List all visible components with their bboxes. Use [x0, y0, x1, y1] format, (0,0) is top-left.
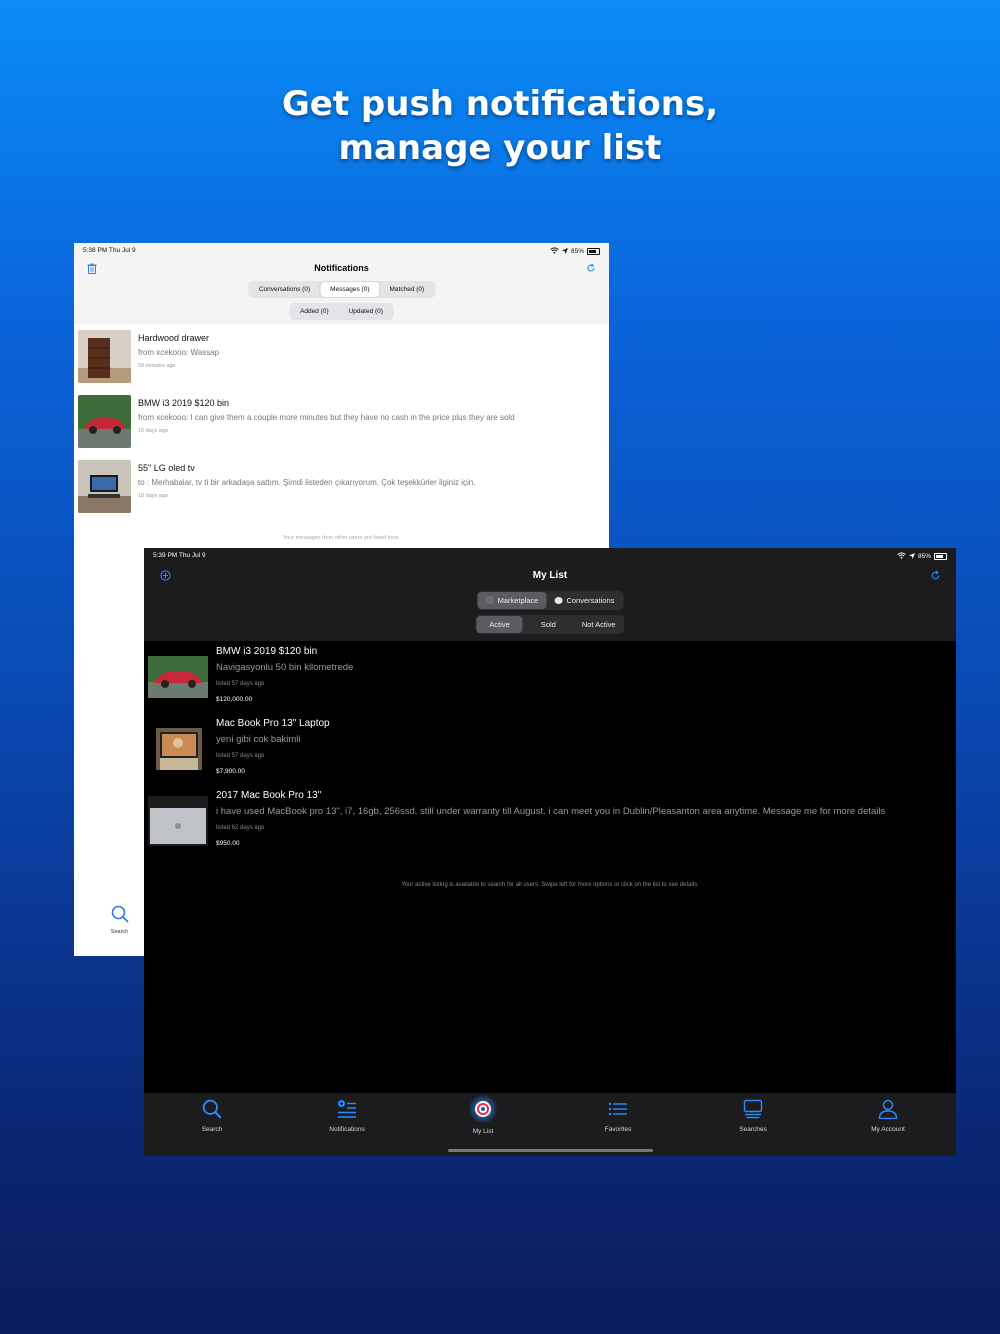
tab-favorites-label: Favorites — [604, 1126, 632, 1133]
list-item[interactable]: BMW i3 2019 $120 bin from xcekooo: I can… — [78, 395, 603, 449]
notification-type-segmented: Conversations (0) Messages (0) Matched (… — [247, 281, 436, 298]
item-thumbnail — [78, 460, 131, 513]
footnote: Your active listing is available to sear… — [401, 882, 699, 888]
tab-added[interactable]: Added (0) — [290, 304, 339, 319]
item-subtitle: Navigasyonlu 50 bin kilometrede — [216, 662, 354, 673]
location-icon — [908, 552, 915, 561]
refresh-icon[interactable] — [585, 263, 597, 275]
item-title: Hardwood drawer — [138, 333, 210, 343]
item-title: 2017 Mac Book Pro 13" — [216, 790, 322, 801]
tab-updated[interactable]: Updated (0) — [339, 304, 393, 319]
page-title: My List — [532, 570, 568, 581]
tab-marketplace-label: Marketplace — [497, 596, 539, 605]
tab-conversations[interactable]: Conversations — [546, 592, 622, 609]
list-item[interactable]: 55" LG oled tv to : Merhabalar, tv ti bi… — [78, 460, 603, 514]
tab-search[interactable]: Search — [162, 1099, 262, 1133]
tab-bar: Search Notifications My List Favorites S… — [144, 1093, 956, 1156]
tab-active[interactable]: Active — [476, 616, 523, 633]
status-bar: 5:38 PM Thu Jul 9 85% — [83, 247, 600, 257]
marketplace-icon — [485, 596, 494, 604]
headline-line-2: manage your list — [338, 128, 662, 168]
item-date: listed 57 days ago — [216, 681, 265, 687]
notifications-list-icon — [337, 1100, 357, 1123]
tab-my-list-label: My List — [472, 1128, 494, 1135]
battery-icon — [934, 553, 947, 560]
search-icon — [111, 905, 129, 927]
item-subtitle: from xcekooo: Wassap — [138, 348, 220, 357]
tab-matched[interactable]: Matched (0) — [380, 282, 435, 297]
item-subtitle: yeni gibi cok bakimli — [216, 734, 301, 745]
list-item[interactable]: Hardwood drawer from xcekooo: Wassap 59 … — [78, 330, 603, 384]
listing-status-segmented: Active Sold Not Active — [475, 615, 625, 634]
item-date: 15 days ago — [138, 428, 168, 434]
tab-searches-label: Searches — [739, 1126, 767, 1133]
tab-search-label: Search — [201, 1126, 223, 1133]
target-icon — [469, 1095, 497, 1123]
status-bar: 5:39 PM Thu Jul 9 85% — [153, 552, 947, 562]
search-icon — [202, 1099, 222, 1123]
footnote: Your messages from other users are liste… — [282, 535, 401, 541]
tab-my-account[interactable]: My Account — [838, 1099, 938, 1133]
tab-my-account-label: My Account — [871, 1126, 905, 1133]
tab-messages[interactable]: Messages (0) — [320, 282, 380, 297]
tab-search[interactable]: Search — [102, 905, 137, 935]
my-list-screen: 5:39 PM Thu Jul 9 85% My List Marketplac… — [144, 548, 956, 1156]
location-icon — [561, 247, 568, 256]
item-subtitle: to : Merhabalar, tv ti bir arkadaşa satt… — [138, 478, 476, 487]
headline-line-1: Get push notifications, — [281, 84, 719, 124]
notifications-header: 5:38 PM Thu Jul 9 85% Notifications Conv… — [74, 243, 609, 324]
item-price: $7,900.00 — [216, 768, 245, 775]
wifi-icon — [550, 247, 559, 256]
list-item[interactable]: BMW i3 2019 $120 bin Navigasyonlu 50 bin… — [148, 646, 948, 714]
item-title: Mac Book Pro 13" Laptop — [216, 718, 330, 729]
item-title: 55" LG oled tv — [138, 463, 195, 473]
item-date: listed 57 days ago — [216, 753, 265, 759]
item-thumbnail — [148, 656, 208, 698]
battery-icon — [587, 248, 600, 255]
status-time: 5:39 PM Thu Jul 9 — [153, 552, 206, 559]
tab-not-active[interactable]: Not Active — [574, 616, 624, 633]
item-subtitle: from xcekooo: I can give them a couple m… — [138, 413, 515, 422]
item-subtitle: i have used MacBook pro 13", i7, 16gb, 2… — [216, 806, 886, 817]
item-date: 59 minutes ago — [138, 363, 176, 369]
battery-percent: 85% — [570, 248, 584, 255]
tab-my-list[interactable]: My List — [433, 1095, 533, 1135]
tab-conversations-label: Conversations — [566, 596, 615, 605]
item-thumbnail — [148, 796, 208, 846]
item-date: 18 days ago — [138, 493, 168, 499]
item-thumbnail — [78, 395, 131, 448]
item-thumbnail — [78, 330, 131, 383]
refresh-icon[interactable] — [929, 570, 941, 582]
my-list-header: 5:39 PM Thu Jul 9 85% My List Marketplac… — [144, 548, 956, 641]
page-title: Notifications — [314, 263, 369, 273]
battery-percent: 85% — [917, 553, 931, 560]
item-title: BMW i3 2019 $120 bin — [216, 646, 318, 657]
wifi-icon — [897, 552, 906, 561]
item-thumbnail — [156, 728, 202, 770]
status-time: 5:38 PM Thu Jul 9 — [83, 247, 136, 254]
tab-search-label: Search — [110, 929, 129, 935]
headline: Get push notifications, manage your list — [0, 82, 1000, 170]
item-title: BMW i3 2019 $120 bin — [138, 398, 230, 408]
tab-conversations[interactable]: Conversations (0) — [249, 282, 320, 297]
list-item[interactable]: 2017 Mac Book Pro 13" i have used MacBoo… — [148, 790, 948, 858]
tab-favorites[interactable]: Favorites — [568, 1099, 668, 1133]
list-icon — [608, 1102, 628, 1123]
tab-sold[interactable]: Sold — [523, 616, 574, 633]
list-source-segmented: Marketplace Conversations — [476, 591, 624, 610]
tab-marketplace[interactable]: Marketplace — [477, 592, 547, 609]
stack-icon — [743, 1099, 763, 1123]
chat-bubble-icon — [554, 597, 563, 604]
tab-searches[interactable]: Searches — [703, 1099, 803, 1133]
person-icon — [878, 1099, 898, 1123]
tab-notifications-label: Notifications — [329, 1126, 365, 1133]
item-price: $950.00 — [216, 840, 240, 847]
tab-notifications[interactable]: Notifications — [297, 1099, 397, 1133]
list-item[interactable]: Mac Book Pro 13" Laptop yeni gibi cok ba… — [148, 718, 948, 786]
item-price: $120,000.00 — [216, 696, 253, 703]
notification-subtype-segmented: Added (0) Updated (0) — [289, 303, 394, 320]
home-indicator — [448, 1149, 653, 1152]
item-date: listed 62 days ago — [216, 825, 265, 831]
